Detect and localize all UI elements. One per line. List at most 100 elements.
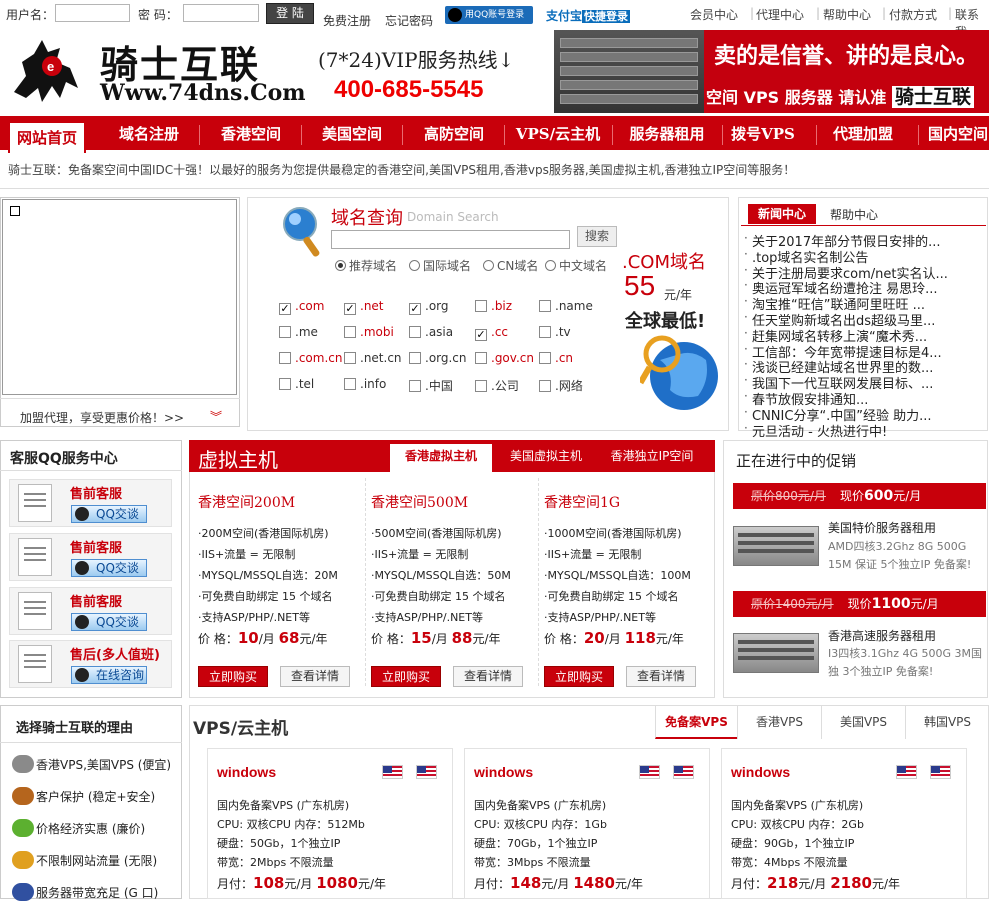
logo-url[interactable]: Www.74dns.Com xyxy=(100,80,306,106)
header-banner[interactable]: 卖的是信誉、讲的是良心。 空间 VPS 服务器 请认准 骑士互联 xyxy=(554,30,989,113)
nav-hk-hosting[interactable]: 香港空间 xyxy=(206,119,296,150)
domain-search-button[interactable]: 搜索 xyxy=(577,226,617,247)
double-chevron-down-icon[interactable]: ︾ xyxy=(210,408,222,425)
tld-checkbox-cn[interactable]: .cn xyxy=(539,351,573,365)
vps-os-label[interactable]: windows xyxy=(474,764,533,780)
domain-search-input[interactable] xyxy=(331,230,570,249)
username-input[interactable] xyxy=(55,4,130,22)
payment-link[interactable]: 付款方式 xyxy=(889,6,937,23)
tld-checkbox-tel[interactable]: .tel xyxy=(279,377,314,391)
tab-no-filing-vps[interactable]: 免备案VPS xyxy=(655,706,737,739)
tab-us-vps[interactable]: 美国VPS xyxy=(821,706,905,739)
nav-us-hosting[interactable]: 美国空间 xyxy=(307,119,397,150)
tld-checkbox-biz[interactable]: .biz xyxy=(475,299,512,313)
promo-price-bar[interactable]: 原价1400元/月 现价1100元/月 xyxy=(733,591,986,617)
plan-name[interactable]: 香港空间500M xyxy=(371,492,468,512)
member-center-link[interactable]: 会员中心 xyxy=(690,6,738,23)
agent-promo-link[interactable]: 加盟代理，享受更惠价格！>> xyxy=(20,409,184,426)
tab-news[interactable]: 新闻中心 xyxy=(748,204,816,224)
vps-os-label[interactable]: windows xyxy=(731,764,790,780)
password-label: 密 码： xyxy=(138,8,178,22)
promo-name[interactable]: 美国特价服务器租用 xyxy=(828,519,988,536)
tld-checkbox-com.cn[interactable]: .com.cn xyxy=(279,351,342,365)
nav-server-rental[interactable]: 服务器租用 xyxy=(614,119,720,150)
tab-hk-virtual-host[interactable]: 香港虚拟主机 xyxy=(390,444,492,472)
help-center-link[interactable]: 帮助中心 xyxy=(823,6,871,23)
tld-checkbox-org[interactable]: ✓ .org xyxy=(409,299,449,315)
qq-chat-button[interactable]: QQ交谈 xyxy=(71,613,147,631)
tld-checkbox-name[interactable]: .name xyxy=(539,299,593,313)
reason-item: 服务器带宽充足 (G 口) xyxy=(12,883,158,901)
tld-checkbox-net[interactable]: ✓ .net xyxy=(344,299,384,315)
tld-checkbox-gov.cn[interactable]: .gov.cn xyxy=(475,351,534,365)
tld-checkbox-net.cn[interactable]: .net.cn xyxy=(344,351,402,365)
tld-checkbox-tv[interactable]: .tv xyxy=(539,325,571,339)
tld-label: .中国 xyxy=(425,379,453,393)
promo-name[interactable]: 香港高速服务器租用 xyxy=(828,627,988,644)
qq-penguin-icon xyxy=(75,561,89,575)
forgot-password-link[interactable]: 忘记密码 xyxy=(385,12,433,29)
register-link[interactable]: 免费注册 xyxy=(323,12,371,29)
tld-checkbox-中国[interactable]: .中国 xyxy=(409,377,453,394)
agent-center-link[interactable]: 代理中心 xyxy=(756,6,804,23)
tld-checkbox-公司[interactable]: .公司 xyxy=(475,377,519,394)
radio-cn[interactable]: CN域名 xyxy=(483,257,538,274)
password-input[interactable] xyxy=(183,4,259,22)
view-details-button[interactable]: 查看详情 xyxy=(453,666,523,687)
qq-login-button[interactable]: 用QQ账号登录 xyxy=(445,6,533,24)
plan-name[interactable]: 香港空间1G xyxy=(544,492,620,512)
tld-checkbox-com[interactable]: ✓ .com xyxy=(279,299,324,315)
reason-text: 价格经济实惠 (廉价) xyxy=(36,822,146,836)
radio-recommended[interactable]: 推荐域名 xyxy=(335,257,397,274)
buy-now-button[interactable]: 立即购买 xyxy=(371,666,441,687)
plan-name[interactable]: 香港空间200M xyxy=(198,492,295,512)
nav-agent[interactable]: 代理加盟 xyxy=(818,119,908,150)
tab-us-virtual-host[interactable]: 美国虚拟主机 xyxy=(498,444,594,472)
news-item[interactable]: 元旦活动 - 火热进行中! xyxy=(752,421,976,440)
qq-chat-button[interactable]: QQ交谈 xyxy=(71,505,147,523)
tld-checkbox-cc[interactable]: ✓ .cc xyxy=(475,325,508,341)
knight-logo-icon[interactable]: e xyxy=(8,32,84,108)
login-button[interactable]: 登 陆 xyxy=(266,3,314,24)
vps-os-label[interactable]: windows xyxy=(217,764,276,780)
checkbox-icon xyxy=(539,300,551,312)
reason-text: 客户保护 (稳定+安全) xyxy=(36,790,156,804)
nav-dialup-vps[interactable]: 拨号VPS xyxy=(724,119,802,150)
tab-hk-vps[interactable]: 香港VPS xyxy=(737,706,821,739)
tab-hk-dedicated-ip[interactable]: 香港独立IP空间 xyxy=(600,444,704,472)
yearly-price: 1080 xyxy=(316,874,358,892)
view-details-button[interactable]: 查看详情 xyxy=(626,666,696,687)
nav-vps[interactable]: VPS/云主机 xyxy=(506,119,610,150)
tld-checkbox-网络[interactable]: .网络 xyxy=(539,377,583,394)
tab-kr-vps[interactable]: 韩国VPS xyxy=(905,706,989,739)
per-year: 元/年 xyxy=(299,632,328,646)
tld-checkbox-asia[interactable]: .asia xyxy=(409,325,453,339)
bullet-icon: · xyxy=(744,357,748,372)
qq-chat-button[interactable]: 在线咨询 xyxy=(71,666,147,684)
promo-price-bar[interactable]: 原价800元/月 现价600元/月 xyxy=(733,483,986,509)
buy-now-button[interactable]: 立即购买 xyxy=(544,666,614,687)
ad-frame[interactable] xyxy=(2,199,237,395)
server-image[interactable] xyxy=(733,633,819,673)
tld-checkbox-info[interactable]: .info xyxy=(344,377,386,391)
nav-ddos-hosting[interactable]: 高防空间 xyxy=(409,119,499,150)
alipay-login-button[interactable]: 支付宝 快捷登录 xyxy=(546,5,639,27)
server-image[interactable] xyxy=(733,526,819,566)
nav-domain[interactable]: 域名注册 xyxy=(104,119,194,150)
view-details-button[interactable]: 查看详情 xyxy=(280,666,350,687)
tld-checkbox-org.cn[interactable]: .org.cn xyxy=(409,351,467,365)
nav-cn-hosting[interactable]: 国内空间 xyxy=(928,119,989,150)
radio-chinese[interactable]: 中文域名 xyxy=(545,257,607,274)
qq-chat-button[interactable]: QQ交谈 xyxy=(71,559,147,577)
tld-checkbox-mobi[interactable]: .mobi xyxy=(344,325,394,339)
buy-now-button[interactable]: 立即购买 xyxy=(198,666,268,687)
tld-label: .cc xyxy=(491,325,509,339)
tab-help[interactable]: 帮助中心 xyxy=(830,206,878,223)
per-year: 元/年 xyxy=(472,632,501,646)
nav-home[interactable]: 网站首页 xyxy=(8,121,86,153)
checkbox-icon xyxy=(344,352,356,364)
tld-checkbox-me[interactable]: .me xyxy=(279,325,318,339)
tld-label: .网络 xyxy=(555,379,583,393)
radio-international[interactable]: 国际域名 xyxy=(409,257,471,274)
yearly-price: 88 xyxy=(451,629,473,647)
